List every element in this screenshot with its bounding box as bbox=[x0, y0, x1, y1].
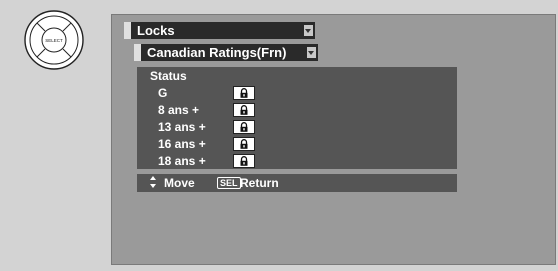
rating-row-8-ans[interactable]: 8 ans + bbox=[137, 102, 457, 118]
rating-row-18-ans[interactable]: 18 ans + bbox=[137, 153, 457, 169]
rating-name: 16 ans + bbox=[158, 137, 206, 151]
up-down-arrow-icon bbox=[149, 175, 157, 192]
rating-row-13-ans[interactable]: 13 ans + bbox=[137, 119, 457, 135]
chevron-down-icon bbox=[304, 25, 313, 36]
remote-select-button[interactable]: SELECT bbox=[23, 9, 85, 71]
help-footer: Move SEL Return bbox=[137, 174, 457, 192]
lock-icon[interactable] bbox=[233, 120, 255, 134]
move-hint: Move bbox=[164, 176, 195, 190]
menu-tab-marker bbox=[134, 44, 141, 61]
rating-name: 8 ans + bbox=[158, 103, 200, 117]
lock-icon[interactable] bbox=[233, 137, 255, 151]
rating-row-g[interactable]: G bbox=[137, 85, 457, 101]
rating-name: 13 ans + bbox=[158, 120, 206, 134]
menu-locks[interactable]: Locks bbox=[124, 22, 315, 39]
rating-name: 18 ans + bbox=[158, 154, 206, 168]
lock-icon[interactable] bbox=[233, 86, 255, 100]
menu-tab-marker bbox=[124, 22, 131, 39]
remote-select-label: SELECT bbox=[45, 38, 63, 43]
rating-row-16-ans[interactable]: 16 ans + bbox=[137, 136, 457, 152]
menu-canadian-ratings[interactable]: Canadian Ratings(Frn) bbox=[134, 44, 318, 61]
status-heading: Status bbox=[150, 69, 187, 83]
chevron-down-icon bbox=[307, 47, 316, 58]
menu-locks-label: Locks bbox=[137, 23, 175, 38]
sel-key-badge: SEL bbox=[217, 177, 241, 189]
lock-icon[interactable] bbox=[233, 154, 255, 168]
return-hint: Return bbox=[240, 176, 279, 190]
rating-name: G bbox=[158, 86, 168, 100]
ratings-panel: Status G 8 ans + 13 ans + 16 ans + 18 an… bbox=[137, 67, 457, 169]
lock-icon[interactable] bbox=[233, 103, 255, 117]
menu-ratings-label: Canadian Ratings(Frn) bbox=[147, 45, 287, 60]
